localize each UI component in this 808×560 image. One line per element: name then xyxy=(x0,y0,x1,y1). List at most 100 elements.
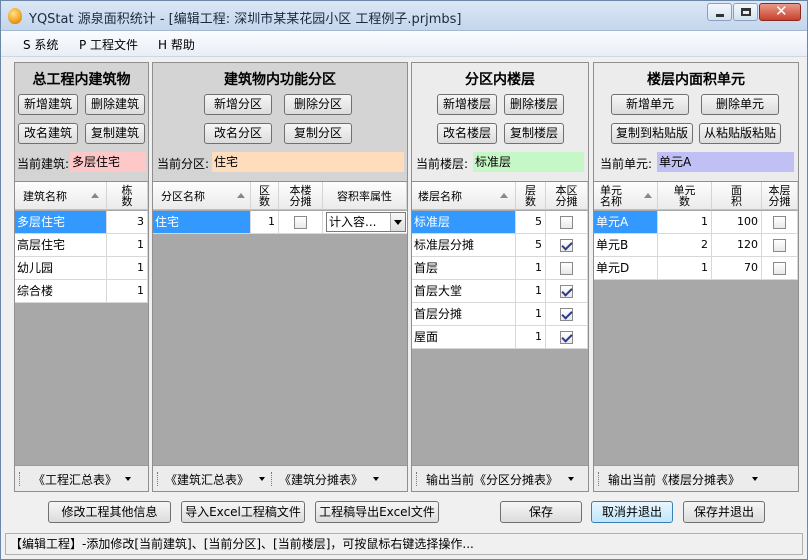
table-row[interactable]: 单元D 1 70 xyxy=(594,257,798,280)
floor-share-checkbox[interactable] xyxy=(560,331,573,344)
column-building-name[interactable]: 建筑名称 xyxy=(15,182,107,210)
floor-name-cell[interactable]: 首层 xyxy=(412,257,516,279)
close-button[interactable]: ✕ xyxy=(759,2,801,21)
delete-zone-button[interactable]: 删除分区 xyxy=(284,94,352,115)
building-share-report-button[interactable]: 《建筑分摊表》 xyxy=(279,471,363,488)
unit-share-checkbox[interactable] xyxy=(773,262,786,275)
floor-share-report-button[interactable]: 输出当前《楼层分摊表》 xyxy=(608,471,740,488)
rename-floor-button[interactable]: 改名楼层 xyxy=(437,123,497,144)
column-floor-count[interactable]: 层 数 xyxy=(516,182,546,210)
add-unit-button[interactable]: 新增单元 xyxy=(611,94,689,115)
floor-count-cell[interactable]: 1 xyxy=(516,280,546,302)
unit-area-cell[interactable]: 100 xyxy=(712,211,762,233)
building-count-cell[interactable]: 3 xyxy=(107,211,148,233)
zone-share-checkbox[interactable] xyxy=(294,216,307,229)
floor-share-checkbox[interactable] xyxy=(560,285,573,298)
floor-count-cell[interactable]: 5 xyxy=(516,234,546,256)
floor-name-cell[interactable]: 首层大堂 xyxy=(412,280,516,302)
column-zone-count[interactable]: 区 数 xyxy=(251,182,279,210)
column-floor-name[interactable]: 楼层名称 xyxy=(412,182,516,210)
unit-name-cell[interactable]: 单元B xyxy=(594,234,658,256)
unit-share-checkbox[interactable] xyxy=(773,239,786,252)
menu-system[interactable]: S 系统 xyxy=(23,36,58,53)
building-summary-report-button[interactable]: 《建筑汇总表》 xyxy=(165,471,249,488)
table-row[interactable]: 首层大堂 1 xyxy=(412,280,588,303)
column-floor-share[interactable]: 本区 分摊 xyxy=(546,182,588,210)
delete-unit-button[interactable]: 删除单元 xyxy=(701,94,779,115)
copy-building-button[interactable]: 复制建筑 xyxy=(85,123,145,144)
table-row[interactable]: 单元A 1 100 xyxy=(594,211,798,234)
column-unit-area[interactable]: 面 积 xyxy=(712,182,762,210)
column-zone-name[interactable]: 分区名称 xyxy=(153,182,251,210)
zone-share-report-button[interactable]: 输出当前《分区分摊表》 xyxy=(426,471,558,488)
copy-to-clipboard-button[interactable]: 复制到粘贴版 xyxy=(611,123,693,144)
unit-count-cell[interactable]: 2 xyxy=(658,234,712,256)
floor-count-cell[interactable]: 1 xyxy=(516,326,546,348)
floor-name-cell[interactable]: 标准层 xyxy=(412,211,516,233)
save-exit-button[interactable]: 保存并退出 xyxy=(683,501,765,523)
unit-area-cell[interactable]: 120 xyxy=(712,234,762,256)
floor-share-checkbox[interactable] xyxy=(560,308,573,321)
floor-name-cell[interactable]: 标准层分摊 xyxy=(412,234,516,256)
building-count-cell[interactable]: 1 xyxy=(107,234,148,256)
table-row[interactable]: 首层分摊 1 xyxy=(412,303,588,326)
unit-count-cell[interactable]: 1 xyxy=(658,257,712,279)
rename-building-button[interactable]: 改名建筑 xyxy=(18,123,78,144)
chevron-down-icon[interactable] xyxy=(568,477,574,481)
floor-count-cell[interactable]: 1 xyxy=(516,257,546,279)
table-row[interactable]: 首层 1 xyxy=(412,257,588,280)
title-bar[interactable]: YQStat 源泉面积统计 - [编辑工程: 深圳市某某花园小区 工程例子.pr… xyxy=(1,1,807,31)
project-summary-report-button[interactable]: 《工程汇总表》 xyxy=(33,471,117,488)
zone-name-cell[interactable]: 住宅 xyxy=(153,211,251,233)
unit-name-cell[interactable]: 单元A xyxy=(594,211,658,233)
import-excel-button[interactable]: 导入Excel工程稿文件 xyxy=(181,501,305,523)
floor-name-cell[interactable]: 屋面 xyxy=(412,326,516,348)
table-row[interactable]: 高层住宅 1 xyxy=(15,234,148,257)
copy-zone-button[interactable]: 复制分区 xyxy=(284,123,352,144)
paste-from-clipboard-button[interactable]: 从粘贴版粘贴 xyxy=(699,123,781,144)
chevron-down-icon[interactable] xyxy=(125,477,131,481)
floor-count-cell[interactable]: 5 xyxy=(516,211,546,233)
delete-floor-button[interactable]: 删除楼层 xyxy=(504,94,564,115)
table-row[interactable]: 综合楼 1 xyxy=(15,280,148,303)
column-unit-count[interactable]: 单元 数 xyxy=(658,182,712,210)
unit-area-cell[interactable]: 70 xyxy=(712,257,762,279)
far-attribute-select[interactable]: 计入容... xyxy=(326,212,406,232)
floor-share-checkbox[interactable] xyxy=(560,239,573,252)
menu-project-file[interactable]: P 工程文件 xyxy=(79,36,138,53)
building-name-cell[interactable]: 多层住宅 xyxy=(15,211,107,233)
menu-help[interactable]: H 帮助 xyxy=(158,36,195,53)
export-excel-button[interactable]: 工程稿导出Excel文件 xyxy=(315,501,439,523)
chevron-down-icon[interactable] xyxy=(390,213,405,231)
delete-building-button[interactable]: 删除建筑 xyxy=(85,94,145,115)
building-name-cell[interactable]: 幼儿园 xyxy=(15,257,107,279)
column-unit-share[interactable]: 本层 分摊 xyxy=(762,182,798,210)
chevron-down-icon[interactable] xyxy=(259,477,265,481)
add-floor-button[interactable]: 新增楼层 xyxy=(437,94,497,115)
building-name-cell[interactable]: 高层住宅 xyxy=(15,234,107,256)
table-row[interactable]: 屋面 1 xyxy=(412,326,588,349)
table-row[interactable]: 单元B 2 120 xyxy=(594,234,798,257)
cancel-exit-button[interactable]: 取消并退出 xyxy=(591,501,673,523)
maximize-button[interactable] xyxy=(733,3,758,21)
table-row[interactable]: 住宅 1 计入容... xyxy=(153,211,407,234)
table-row[interactable]: 多层住宅 3 xyxy=(15,211,148,234)
zone-count-cell[interactable]: 1 xyxy=(251,211,279,233)
column-unit-name[interactable]: 单元 名称 xyxy=(594,182,658,210)
floor-share-checkbox[interactable] xyxy=(560,262,573,275)
floor-name-cell[interactable]: 首层分摊 xyxy=(412,303,516,325)
building-count-cell[interactable]: 1 xyxy=(107,280,148,302)
unit-share-checkbox[interactable] xyxy=(773,216,786,229)
copy-floor-button[interactable]: 复制楼层 xyxy=(504,123,564,144)
column-zone-far[interactable]: 容积率属性 xyxy=(323,182,407,210)
table-row[interactable]: 标准层分摊 5 xyxy=(412,234,588,257)
add-zone-button[interactable]: 新增分区 xyxy=(204,94,272,115)
table-row[interactable]: 标准层 5 xyxy=(412,211,588,234)
floor-share-checkbox[interactable] xyxy=(560,216,573,229)
chevron-down-icon[interactable] xyxy=(752,477,758,481)
save-button[interactable]: 保存 xyxy=(500,501,582,523)
floor-count-cell[interactable]: 1 xyxy=(516,303,546,325)
unit-name-cell[interactable]: 单元D xyxy=(594,257,658,279)
building-name-cell[interactable]: 综合楼 xyxy=(15,280,107,302)
add-building-button[interactable]: 新增建筑 xyxy=(18,94,78,115)
